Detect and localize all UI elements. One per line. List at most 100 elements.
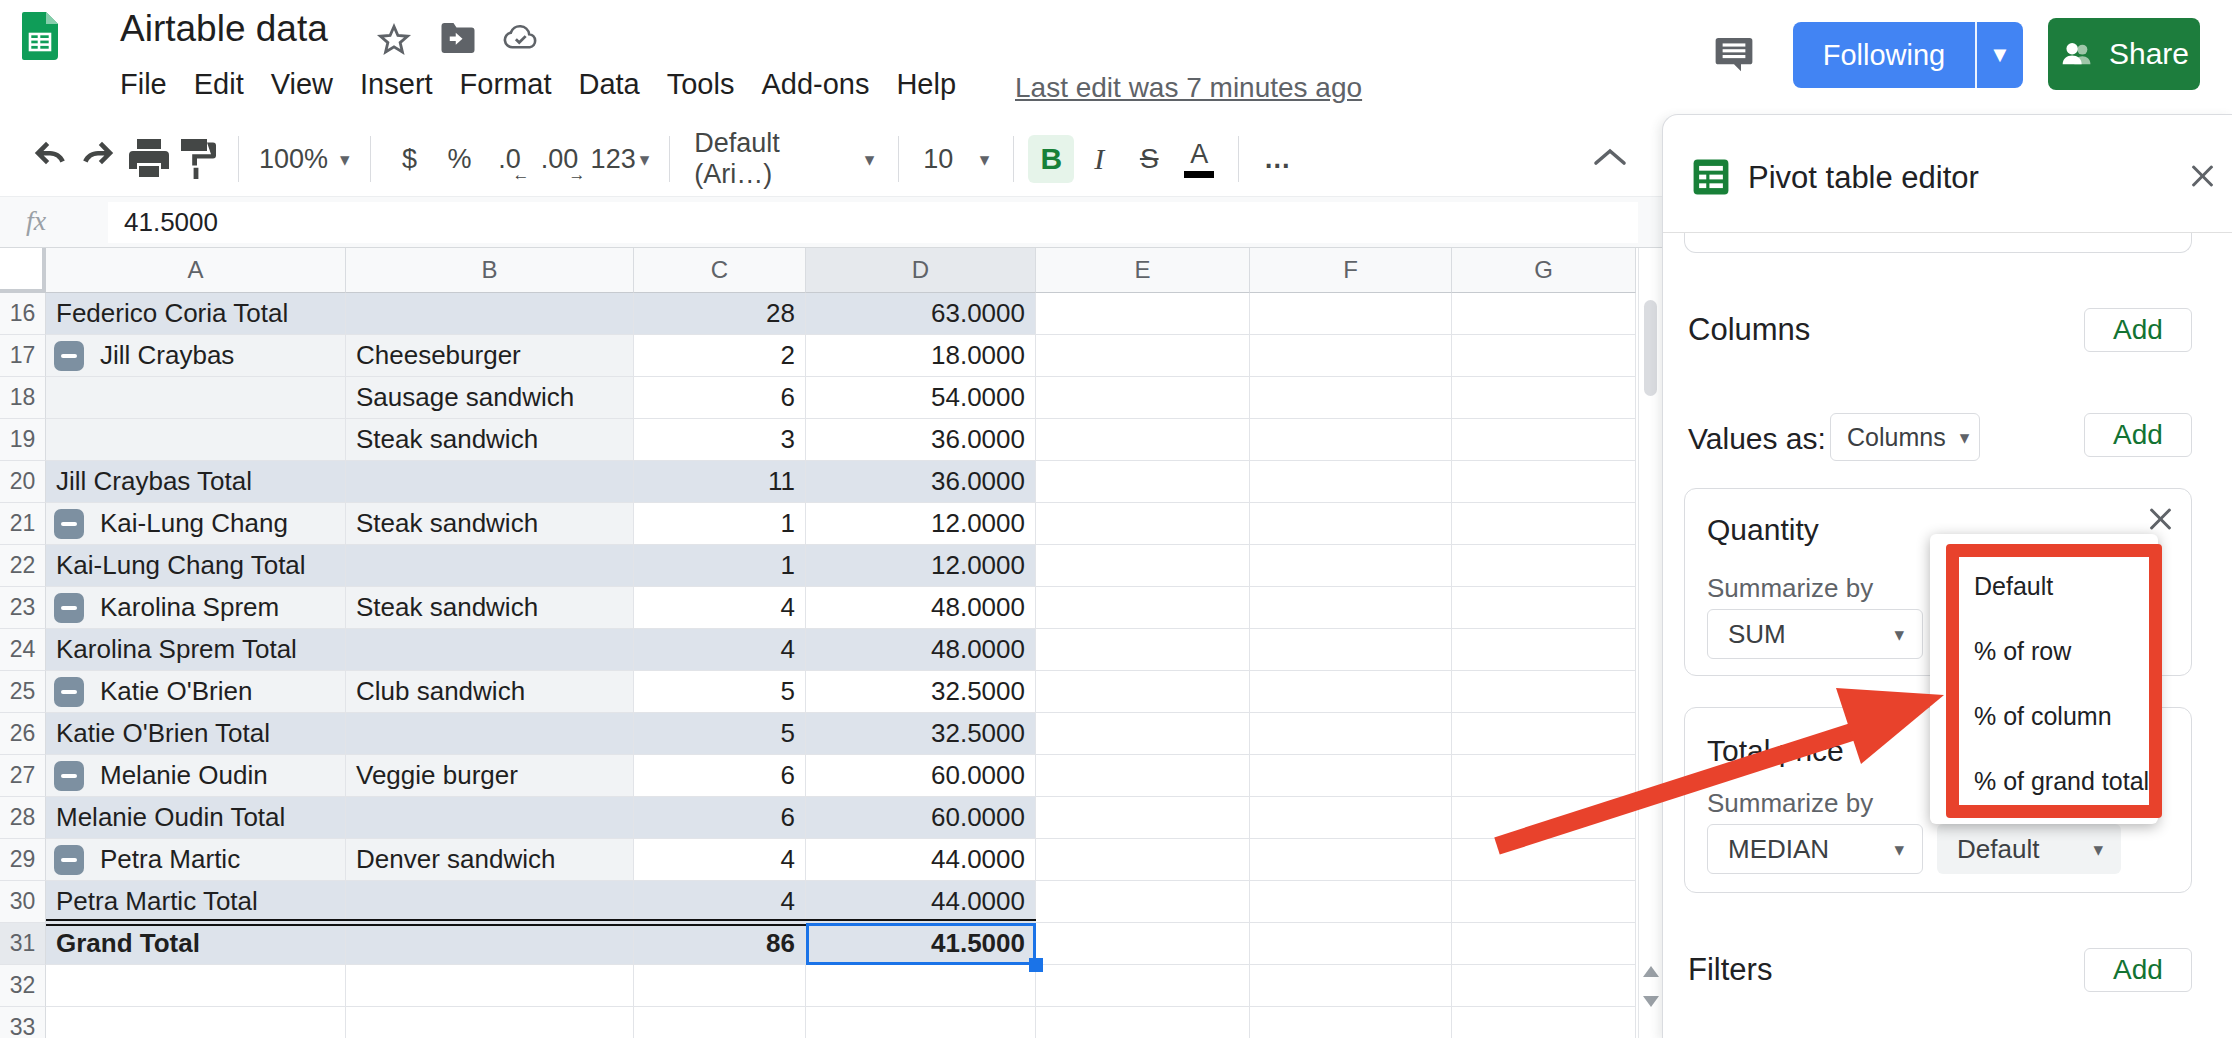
cell-A30[interactable]: Petra Martic Total (46, 881, 346, 923)
row-header-30[interactable]: 30 (0, 881, 46, 923)
cell-G29[interactable] (1452, 839, 1636, 881)
cell-E23[interactable] (1036, 587, 1250, 629)
cell-E31[interactable] (1036, 923, 1250, 965)
cell-E22[interactable] (1036, 545, 1250, 587)
quantity-card-close-icon[interactable] (2146, 505, 2174, 533)
scroll-up-arrow[interactable] (1643, 966, 1659, 977)
cell-G26[interactable] (1452, 713, 1636, 755)
google-sheets-logo[interactable] (22, 12, 58, 60)
cell-C17[interactable]: 2 (634, 335, 806, 377)
following-dropdown-caret[interactable]: ▼ (1977, 42, 2023, 68)
values-as-select[interactable]: Columns▾ (1830, 413, 1980, 461)
menu-item-tools[interactable]: Tools (667, 68, 735, 101)
cell-B33[interactable] (346, 1007, 634, 1038)
cell-A22[interactable]: Kai-Lung Chang Total (46, 545, 346, 587)
star-icon[interactable] (376, 22, 412, 58)
cell-B22[interactable] (346, 545, 634, 587)
collapse-group-button[interactable] (54, 341, 84, 371)
cell-A31[interactable]: Grand Total (46, 923, 346, 965)
row-header-27[interactable]: 27 (0, 755, 46, 797)
font-select[interactable]: Default (Ari…)▾ (684, 135, 884, 183)
column-header-A[interactable]: A (46, 248, 346, 293)
decrease-decimals-button[interactable]: .0← (485, 135, 535, 183)
cell-E19[interactable] (1036, 419, 1250, 461)
cell-B31[interactable] (346, 923, 634, 965)
cell-B32[interactable] (346, 965, 634, 1007)
cell-F20[interactable] (1250, 461, 1452, 503)
text-color-button[interactable]: A (1174, 135, 1224, 183)
cell-E24[interactable] (1036, 629, 1250, 671)
cell-F30[interactable] (1250, 881, 1452, 923)
menu-item-add-ons[interactable]: Add-ons (761, 68, 869, 101)
cell-C24[interactable]: 4 (634, 629, 806, 671)
cell-G18[interactable] (1452, 377, 1636, 419)
cell-C28[interactable]: 6 (634, 797, 806, 839)
collapse-group-button[interactable] (54, 761, 84, 791)
row-header-20[interactable]: 20 (0, 461, 46, 503)
cell-F16[interactable] (1250, 293, 1452, 335)
cell-F28[interactable] (1250, 797, 1452, 839)
last-edit-link[interactable]: Last edit was 7 minutes ago (1015, 72, 1362, 104)
cell-D33[interactable] (806, 1007, 1036, 1038)
add-filters-button[interactable]: Add (2084, 948, 2192, 992)
cell-A32[interactable] (46, 965, 346, 1007)
cell-B26[interactable] (346, 713, 634, 755)
row-header-18[interactable]: 18 (0, 377, 46, 419)
add-values-button[interactable]: Add (2084, 413, 2192, 457)
move-folder-icon[interactable] (440, 22, 476, 54)
bold-button[interactable]: B (1028, 135, 1074, 183)
cell-A25[interactable]: Katie O'Brien (46, 671, 346, 713)
row-header-32[interactable]: 32 (0, 965, 46, 1007)
cell-G16[interactable] (1452, 293, 1636, 335)
cell-B21[interactable]: Steak sandwich (346, 503, 634, 545)
cell-G25[interactable] (1452, 671, 1636, 713)
increase-decimals-button[interactable]: .00→ (535, 135, 585, 183)
cell-F32[interactable] (1250, 965, 1452, 1007)
row-header-25[interactable]: 25 (0, 671, 46, 713)
cell-A26[interactable]: Katie O'Brien Total (46, 713, 346, 755)
cell-G20[interactable] (1452, 461, 1636, 503)
row-header-31[interactable]: 31 (0, 923, 46, 965)
cell-F19[interactable] (1250, 419, 1452, 461)
cell-C29[interactable]: 4 (634, 839, 806, 881)
cell-E33[interactable] (1036, 1007, 1250, 1038)
cell-D23[interactable]: 48.0000 (806, 587, 1036, 629)
cell-G31[interactable] (1452, 923, 1636, 965)
cell-B27[interactable]: Veggie burger (346, 755, 634, 797)
column-header-B[interactable]: B (346, 248, 634, 293)
cell-E30[interactable] (1036, 881, 1250, 923)
cell-E26[interactable] (1036, 713, 1250, 755)
add-columns-button[interactable]: Add (2084, 308, 2192, 352)
quantity-summarize-select[interactable]: SUM▾ (1707, 609, 1923, 659)
cell-G33[interactable] (1452, 1007, 1636, 1038)
zoom-select[interactable]: 100%▾ (253, 135, 356, 183)
cell-C30[interactable]: 4 (634, 881, 806, 923)
cell-A28[interactable]: Melanie Oudin Total (46, 797, 346, 839)
column-header-F[interactable]: F (1250, 248, 1452, 293)
row-header-28[interactable]: 28 (0, 797, 46, 839)
format-currency-button[interactable]: $ (385, 135, 435, 183)
formula-input[interactable]: 41.5000 (108, 202, 1638, 243)
cell-F18[interactable] (1250, 377, 1452, 419)
cell-F27[interactable] (1250, 755, 1452, 797)
row-header-26[interactable]: 26 (0, 713, 46, 755)
select-all-corner[interactable] (0, 248, 46, 293)
menu-item-edit[interactable]: Edit (194, 68, 244, 101)
cell-D19[interactable]: 36.0000 (806, 419, 1036, 461)
row-header-21[interactable]: 21 (0, 503, 46, 545)
italic-button[interactable]: I (1074, 135, 1124, 183)
cell-F33[interactable] (1250, 1007, 1452, 1038)
number-format-select[interactable]: 123▾ (585, 135, 656, 183)
cell-B29[interactable]: Denver sandwich (346, 839, 634, 881)
scrollbar-thumb[interactable] (1644, 300, 1657, 396)
cell-B25[interactable]: Club sandwich (346, 671, 634, 713)
collapse-group-button[interactable] (54, 845, 84, 875)
cell-B18[interactable]: Sausage sandwich (346, 377, 634, 419)
more-toolbar-button[interactable]: … (1253, 135, 1303, 183)
cell-B19[interactable]: Steak sandwich (346, 419, 634, 461)
row-header-19[interactable]: 19 (0, 419, 46, 461)
cell-D22[interactable]: 12.0000 (806, 545, 1036, 587)
cell-G22[interactable] (1452, 545, 1636, 587)
cell-G24[interactable] (1452, 629, 1636, 671)
cell-D26[interactable]: 32.5000 (806, 713, 1036, 755)
